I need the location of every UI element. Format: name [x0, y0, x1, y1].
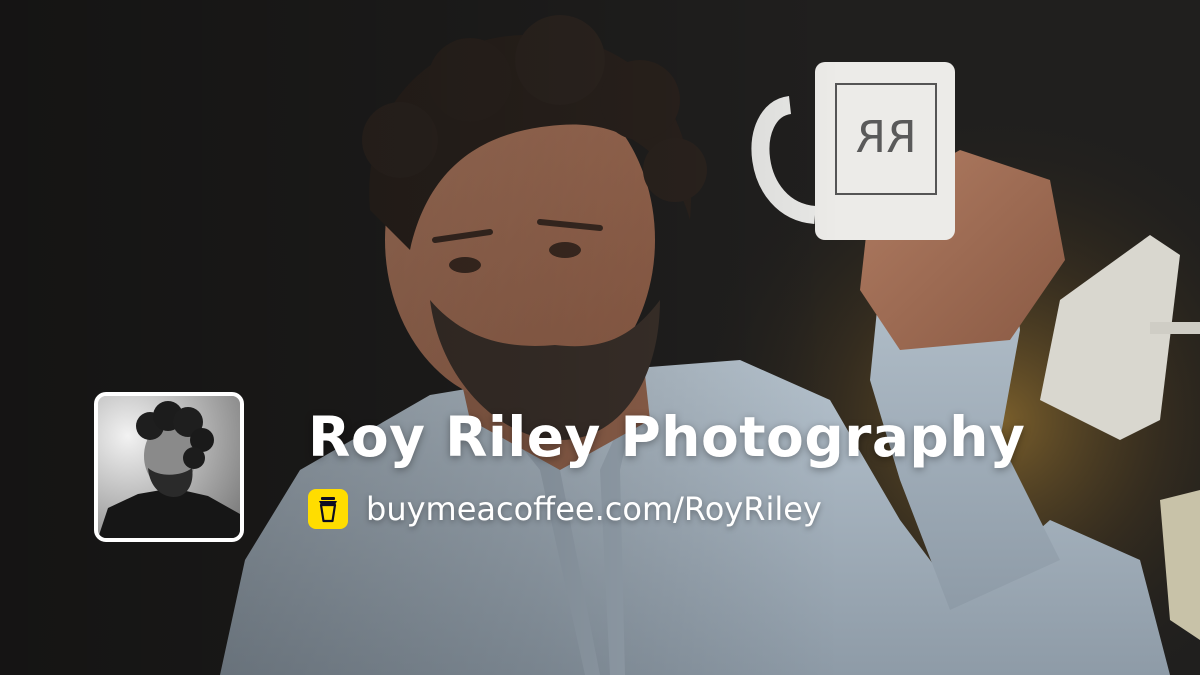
text-backdrop [0, 0, 1200, 675]
avatar-photo [98, 396, 240, 538]
profile-url-link[interactable]: buymeacoffee.com/RoyRiley [366, 490, 822, 528]
profile-banner: RR Roy Riley Photography [0, 0, 1200, 675]
profile-name: Roy Riley Photography [308, 405, 1026, 469]
profile-link-row[interactable]: buymeacoffee.com/RoyRiley [308, 486, 822, 532]
profile-avatar[interactable] [94, 392, 244, 542]
buymeacoffee-cup-icon [308, 489, 348, 529]
